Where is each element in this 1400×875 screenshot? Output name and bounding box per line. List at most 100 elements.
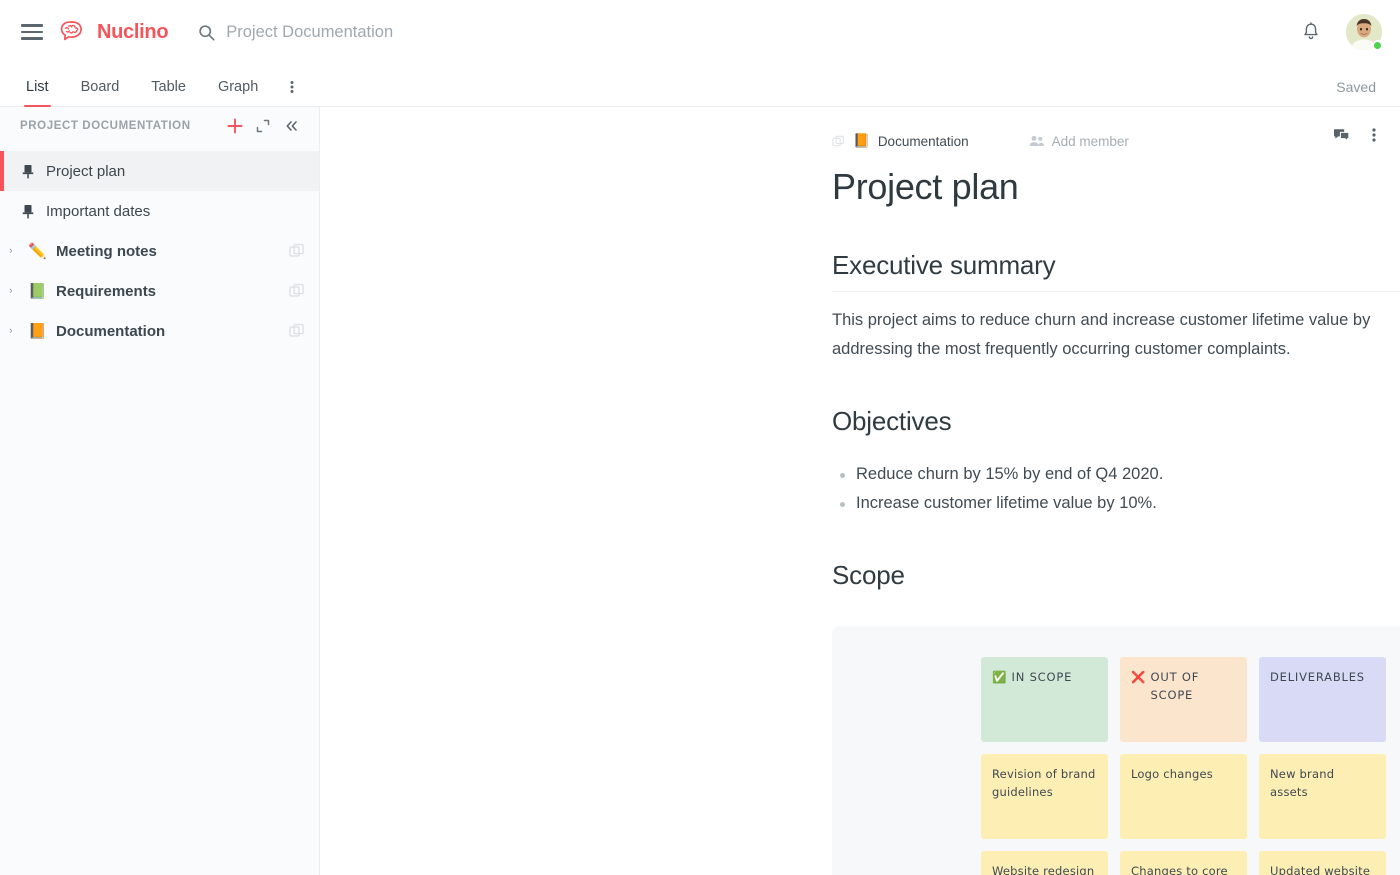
tab-board[interactable]: Board bbox=[81, 79, 120, 106]
document: 📙 Documentation Add member bbox=[320, 107, 1400, 875]
sidebar-nav: Project plan Important dates › ✏️ bbox=[0, 145, 319, 351]
search-input[interactable] bbox=[226, 23, 646, 42]
sidebar: PROJECT DOCUMENTATION bbox=[0, 107, 320, 875]
nuclino-logo[interactable]: Nuclino bbox=[60, 20, 168, 44]
sticky-note[interactable]: Revision of brand guidelines bbox=[981, 754, 1108, 839]
sidebar-item-label: Requirements bbox=[56, 283, 279, 300]
plus-icon bbox=[227, 118, 243, 134]
search-bar[interactable] bbox=[198, 23, 1300, 42]
cross-mark-icon: ❌ bbox=[1131, 669, 1146, 685]
sticky-notes-grid: ✅ IN SCOPE ❌ OUT OF SCOPE bbox=[981, 657, 1386, 875]
executive-summary-paragraph[interactable]: This project aims to reduce churn and in… bbox=[832, 306, 1400, 364]
section-heading-executive-summary[interactable]: Executive summary bbox=[832, 250, 1400, 292]
list-item[interactable]: Increase customer lifetime value by 10%. bbox=[832, 489, 1400, 518]
green-book-icon: 📗 bbox=[28, 284, 46, 299]
expand-button[interactable] bbox=[249, 112, 277, 140]
orange-book-icon: 📙 bbox=[853, 134, 870, 148]
chevron-double-left-icon bbox=[284, 119, 299, 133]
sidebar-item-label: Meeting notes bbox=[56, 243, 279, 260]
breadcrumb-label: Documentation bbox=[878, 134, 969, 149]
chevron-right-icon[interactable]: › bbox=[9, 326, 19, 337]
nuclino-app: Nuclino bbox=[0, 0, 1400, 875]
document-menu-button[interactable] bbox=[1372, 127, 1376, 143]
canvas-embed[interactable]: CANVAS ✅ IN SCOPE ❌ bbox=[832, 626, 1400, 875]
brain-bubble-icon bbox=[60, 20, 90, 44]
sticky-note-text: New brand assets bbox=[1270, 767, 1334, 799]
sidebar-item-important-dates[interactable]: Important dates bbox=[0, 191, 319, 231]
sticky-note-text: Changes to core brand values bbox=[1131, 864, 1228, 875]
tab-list[interactable]: List bbox=[26, 79, 49, 106]
save-status: Saved bbox=[1336, 79, 1376, 106]
sidebar-item-meeting-notes[interactable]: › ✏️ Meeting notes bbox=[0, 231, 319, 271]
view-tabs: List Board Table Graph bbox=[26, 64, 294, 106]
sticky-note[interactable]: New brand assets bbox=[1259, 754, 1386, 839]
sidebar-item-label: Important dates bbox=[46, 203, 305, 220]
more-vertical-icon bbox=[290, 79, 294, 95]
sticky-note-out-of-scope[interactable]: ❌ OUT OF SCOPE bbox=[1120, 657, 1247, 742]
chevron-right-icon[interactable]: › bbox=[9, 286, 19, 297]
sidebar-item-project-plan[interactable]: Project plan bbox=[0, 151, 319, 191]
document-header-actions bbox=[1333, 127, 1376, 143]
top-bar: Nuclino bbox=[0, 0, 1400, 64]
sidebar-header: PROJECT DOCUMENTATION bbox=[0, 107, 319, 145]
duplicate-icon[interactable] bbox=[289, 243, 305, 259]
sticky-note-text: OUT OF SCOPE bbox=[1151, 669, 1236, 705]
section-heading-objectives[interactable]: Objectives bbox=[832, 406, 1400, 447]
orange-book-icon: 📙 bbox=[28, 324, 46, 339]
more-vertical-icon bbox=[1372, 127, 1376, 143]
pin-icon bbox=[20, 204, 36, 219]
sticky-note-deliverables[interactable]: DELIVERABLES bbox=[1259, 657, 1386, 742]
tab-graph[interactable]: Graph bbox=[218, 79, 258, 106]
sticky-note[interactable]: Changes to core brand values bbox=[1120, 851, 1247, 875]
sticky-note-text: Updated website bbox=[1270, 864, 1370, 875]
pencil-icon: ✏️ bbox=[28, 244, 46, 259]
objectives-list: Reduce churn by 15% by end of Q4 2020. I… bbox=[832, 460, 1400, 518]
collapse-sidebar-button[interactable] bbox=[277, 112, 305, 140]
breadcrumb[interactable]: 📙 Documentation bbox=[832, 134, 969, 149]
comments-button[interactable] bbox=[1333, 128, 1350, 143]
comment-icon bbox=[1333, 128, 1350, 143]
pin-icon bbox=[20, 164, 36, 179]
page-title[interactable]: Project plan bbox=[832, 165, 1400, 208]
sticky-note-text: Logo changes bbox=[1131, 767, 1213, 781]
sidebar-item-requirements[interactable]: › 📗 Requirements bbox=[0, 271, 319, 311]
document-header: 📙 Documentation Add member bbox=[320, 107, 1400, 147]
add-member-label: Add member bbox=[1052, 134, 1129, 149]
top-bar-actions bbox=[1300, 14, 1382, 50]
sticky-note-in-scope[interactable]: ✅ IN SCOPE bbox=[981, 657, 1108, 742]
sidebar-item-label: Documentation bbox=[56, 323, 279, 340]
brand-name: Nuclino bbox=[97, 21, 168, 44]
duplicate-icon[interactable] bbox=[832, 135, 845, 148]
document-body: Project plan Executive summary This proj… bbox=[320, 165, 1400, 875]
sidebar-title: PROJECT DOCUMENTATION bbox=[20, 120, 221, 132]
sidebar-item-label: Project plan bbox=[46, 163, 305, 180]
check-mark-icon: ✅ bbox=[992, 669, 1007, 685]
search-icon bbox=[198, 24, 215, 41]
bell-icon[interactable] bbox=[1300, 21, 1322, 43]
add-item-button[interactable] bbox=[221, 112, 249, 140]
hamburger-menu-icon[interactable] bbox=[18, 18, 46, 46]
sidebar-item-documentation[interactable]: › 📙 Documentation bbox=[0, 311, 319, 351]
sticky-note-text: Revision of brand guidelines bbox=[992, 767, 1096, 799]
sticky-note-text: DELIVERABLES bbox=[1270, 669, 1365, 687]
sticky-note-text: Website redesign exploration bbox=[992, 864, 1094, 875]
online-status-dot bbox=[1372, 40, 1383, 51]
duplicate-icon[interactable] bbox=[289, 323, 305, 339]
section-heading-scope[interactable]: Scope bbox=[832, 560, 1400, 601]
list-item[interactable]: Reduce churn by 15% by end of Q4 2020. bbox=[832, 460, 1400, 489]
sticky-note[interactable]: Website redesign exploration bbox=[981, 851, 1108, 875]
add-member-button[interactable]: Add member bbox=[1029, 134, 1129, 149]
tab-table[interactable]: Table bbox=[151, 79, 186, 106]
duplicate-icon[interactable] bbox=[289, 283, 305, 299]
sticky-note[interactable]: Updated website bbox=[1259, 851, 1386, 875]
workspace-body: PROJECT DOCUMENTATION bbox=[0, 107, 1400, 875]
expand-icon bbox=[256, 119, 270, 133]
sticky-note[interactable]: Logo changes bbox=[1120, 754, 1247, 839]
view-tabs-bar: List Board Table Graph Saved bbox=[0, 64, 1400, 107]
view-tabs-more-icon[interactable] bbox=[290, 79, 294, 106]
sticky-note-text: IN SCOPE bbox=[1012, 669, 1073, 687]
avatar[interactable] bbox=[1346, 14, 1382, 50]
members-icon bbox=[1029, 135, 1044, 147]
chevron-right-icon[interactable]: › bbox=[9, 246, 19, 257]
main-content: 📙 Documentation Add member bbox=[320, 107, 1400, 875]
